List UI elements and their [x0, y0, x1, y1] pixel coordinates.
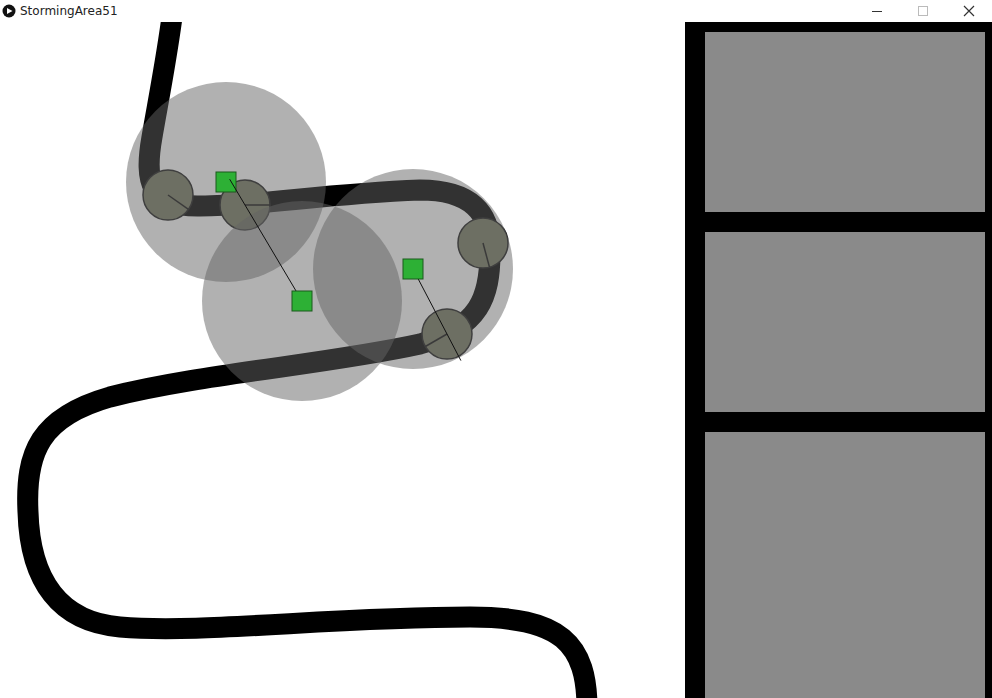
shop-slot[interactable]	[705, 32, 985, 212]
shop-panel	[685, 22, 992, 698]
tower[interactable]	[216, 172, 236, 192]
tower[interactable]	[230, 179, 312, 311]
map-drawing	[0, 22, 685, 698]
tower-range	[202, 201, 402, 401]
minimize-icon	[871, 5, 883, 17]
window-title: StormingArea51	[20, 4, 850, 18]
track	[28, 22, 587, 698]
tower[interactable]	[403, 259, 461, 361]
minimize-button[interactable]	[854, 0, 900, 22]
maximize-icon	[917, 5, 929, 17]
game-field[interactable]	[0, 22, 685, 698]
shop-slot[interactable]	[705, 432, 985, 698]
maximize-button[interactable]	[900, 0, 946, 22]
app-icon	[2, 4, 16, 18]
title-bar: StormingArea51	[0, 0, 992, 22]
shop-slot[interactable]	[705, 232, 985, 412]
close-button[interactable]	[946, 0, 992, 22]
game-window: StormingArea51	[0, 0, 992, 698]
close-icon	[963, 5, 975, 17]
